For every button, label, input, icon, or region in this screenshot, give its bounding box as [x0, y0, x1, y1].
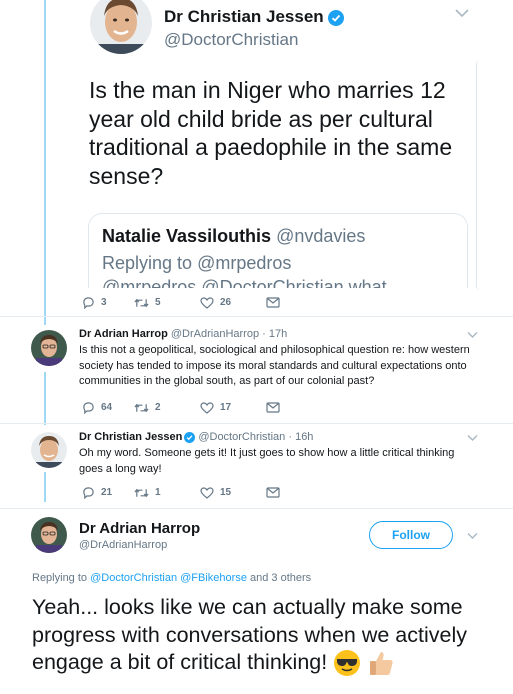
- tweet-text: Yeah... looks like we can actually make …: [32, 594, 502, 677]
- avatar[interactable]: [31, 432, 67, 468]
- reply-button[interactable]: 21: [82, 486, 134, 499]
- author-name: Dr Adrian Harrop: [79, 328, 168, 340]
- reply-icon: [83, 297, 94, 309]
- author-name: Dr Christian Jessen: [79, 431, 183, 443]
- tweet-text: Is this not a geopolitical, sociological…: [79, 344, 470, 387]
- heart-icon: [200, 401, 214, 414]
- author-header[interactable]: Dr Adrian Harrop @DrAdrianHarrop · 17h: [79, 328, 287, 340]
- retweet-button[interactable]: 2: [134, 402, 200, 414]
- message-icon: [266, 297, 280, 308]
- reply-button[interactable]: 3: [82, 296, 134, 309]
- tweet-text: Is the man in Niger who marries 12 year …: [89, 77, 453, 189]
- retweet-button[interactable]: 5: [134, 297, 200, 309]
- card-scroll-edge: [476, 60, 482, 290]
- reply-icon: [83, 487, 94, 499]
- tweet-actions: 64 2 17: [82, 401, 280, 414]
- quoted-tweet-card[interactable]: Natalie Vassilouthis @nvdavies Replying …: [88, 213, 468, 288]
- avatar[interactable]: [90, 0, 152, 54]
- mention-link[interactable]: @DoctorChristian @FBikehorse: [90, 572, 247, 584]
- quoted-handle: @nvdavies: [276, 226, 366, 246]
- chevron-down-icon[interactable]: [467, 532, 478, 540]
- thumbs-up-emoji: [370, 652, 393, 676]
- message-icon: [266, 402, 280, 413]
- author-handle[interactable]: @DrAdrianHarrop: [79, 539, 167, 551]
- retweet-icon: [134, 403, 149, 412]
- retweet-icon: [134, 298, 149, 307]
- retweet-button[interactable]: 1: [134, 487, 200, 499]
- like-button[interactable]: 15: [200, 486, 266, 499]
- heart-icon: [200, 296, 214, 309]
- avatar[interactable]: [31, 517, 67, 553]
- divider: [0, 316, 513, 317]
- tweet-actions: 21 1 15: [82, 486, 280, 499]
- quoted-author: Natalie Vassilouthis @nvdavies: [102, 226, 366, 246]
- author-name[interactable]: Dr Adrian Harrop: [79, 520, 200, 537]
- divider: [0, 423, 513, 424]
- like-button[interactable]: 26: [200, 296, 266, 309]
- author-name[interactable]: Dr Christian Jessen: [164, 7, 344, 27]
- replying-to: Replying to @DoctorChristian @FBikehorse…: [32, 572, 312, 584]
- sunglasses-emoji: [334, 650, 361, 677]
- follow-button[interactable]: Follow: [369, 521, 453, 549]
- like-button[interactable]: 17: [200, 401, 266, 414]
- chevron-down-icon[interactable]: [467, 331, 478, 339]
- author-meta: @DrAdrianHarrop · 17h: [170, 328, 288, 340]
- message-icon: [266, 487, 280, 498]
- reply-button[interactable]: 64: [82, 401, 134, 414]
- chevron-down-icon[interactable]: [455, 8, 469, 18]
- quoted-replying-to: Replying to @mrpedros: [102, 253, 292, 273]
- thread-line-middle: [44, 372, 46, 425]
- dm-button[interactable]: [266, 487, 280, 498]
- verified-badge-icon: [184, 431, 196, 443]
- thread-line-bottom: [44, 472, 46, 502]
- tweet-text: Oh my word. Someone gets it! It just goe…: [79, 447, 455, 475]
- quoted-text: @mrpedros @DoctorChristian what: [102, 277, 387, 288]
- tweet-actions: 3 5 26: [82, 296, 280, 309]
- heart-icon: [200, 486, 214, 499]
- avatar[interactable]: [31, 330, 67, 366]
- author-header[interactable]: Dr Christian Jessen @DoctorChristian · 16…: [79, 431, 313, 443]
- verified-badge-icon: [327, 9, 344, 26]
- dm-button[interactable]: [266, 297, 280, 308]
- divider: [0, 508, 513, 509]
- dm-button[interactable]: [266, 402, 280, 413]
- author-handle[interactable]: @DoctorChristian: [164, 30, 298, 50]
- reply-icon: [83, 402, 94, 414]
- author-meta: @DoctorChristian · 16h: [198, 431, 314, 443]
- chevron-down-icon[interactable]: [467, 434, 478, 442]
- thread-line-top: [44, 0, 46, 325]
- retweet-icon: [134, 488, 149, 497]
